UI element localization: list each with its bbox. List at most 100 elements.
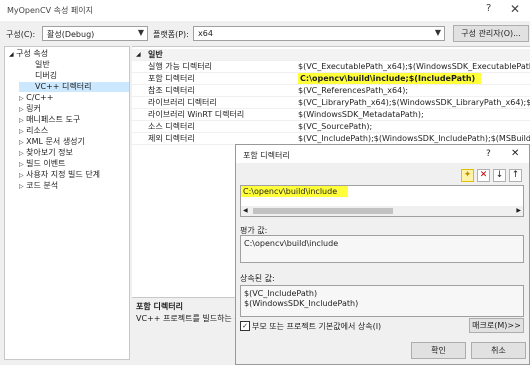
tree-item-label: C/C++ xyxy=(26,93,54,102)
tree-item-manifest-tool[interactable]: ▷ 매니페스트 도구 xyxy=(19,115,80,125)
config-manager-button[interactable]: 구성 관리자(O)... xyxy=(453,25,529,42)
inherit-checkbox[interactable]: ✓ xyxy=(240,321,250,331)
grid-row-name: 소스 디렉터리 xyxy=(148,122,195,131)
help-button[interactable]: ? xyxy=(486,3,491,14)
evaluated-item: C:\opencv\build\include xyxy=(244,239,339,248)
chevron-down-icon: ▼ xyxy=(137,28,144,37)
list-item[interactable]: C:\opencv\build\include xyxy=(241,186,348,197)
tree-item-resources[interactable]: ▷ 리소스 xyxy=(19,126,48,136)
arrow-down-icon[interactable]: ↓ xyxy=(493,169,506,182)
tree-item-general[interactable]: 일반 xyxy=(35,60,50,70)
grid-row-source-dirs[interactable]: 소스 디렉터리 $(VC_SourcePath); xyxy=(132,121,530,133)
grid-row-name: 참조 디렉터리 xyxy=(148,86,195,95)
new-line-icon[interactable]: ✦ xyxy=(461,169,474,182)
grid-section[interactable]: ◢ 일반 xyxy=(132,49,530,61)
grid-row-value: $(VC_ReferencesPath_x64); xyxy=(298,86,409,95)
include-dirs-dialog: 포함 디렉터리 ? ✕ ✦ ✕ ↓ ↑ C:\opencv\build\incl… xyxy=(235,144,530,365)
tree-item-label: 구성 속성 xyxy=(16,49,49,58)
tree-item-browse-info[interactable]: ▷ 찾아보기 정보 xyxy=(19,148,73,158)
expander-icon[interactable]: ▷ xyxy=(19,161,24,168)
tree-item-label: 빌드 이벤트 xyxy=(26,159,66,168)
config-value: 활성(Debug) xyxy=(47,30,95,39)
grid-section-label: 일반 xyxy=(148,50,163,59)
close-icon[interactable]: ✕ xyxy=(510,2,520,16)
property-tree: ◢ 구성 속성 일반 디버깅 VC++ 디렉터리 ▷ C/C++ ▷ 링커 ▷ … xyxy=(4,46,130,360)
horizontal-scrollbar[interactable]: ◀ ▶ xyxy=(241,206,523,216)
tree-item-label: 사용자 지정 빌드 단계 xyxy=(26,170,101,179)
grid-row-value: $(VC_SourcePath); xyxy=(298,122,373,131)
grid-row-name: 포함 디렉터리 xyxy=(148,74,195,83)
expander-icon[interactable]: ◢ xyxy=(9,51,14,58)
evaluated-box: C:\opencv\build\include xyxy=(240,235,524,263)
window-title: MyOpenCV 속성 페이지 xyxy=(7,6,93,15)
tree-item-linker[interactable]: ▷ 링커 xyxy=(19,104,41,114)
ok-button[interactable]: 확인 xyxy=(411,342,466,359)
dialog-help-button[interactable]: ? xyxy=(486,149,491,159)
tree-item-label: 일반 xyxy=(35,60,50,69)
expander-icon[interactable]: ▷ xyxy=(19,128,24,135)
expander-icon[interactable]: ▷ xyxy=(19,117,24,124)
config-label: 구성(C): xyxy=(6,30,36,39)
scrollbar-thumb[interactable] xyxy=(253,208,393,214)
title-bar: MyOpenCV 속성 페이지 ? ✕ xyxy=(0,0,530,21)
directory-list[interactable]: C:\opencv\build\include ◀ ▶ xyxy=(240,185,524,217)
tree-item-config-props[interactable]: ◢ 구성 속성 xyxy=(9,49,48,59)
grid-row-value: $(WindowsSDK_MetadataPath); xyxy=(298,110,424,119)
grid-row-ref-dirs[interactable]: 참조 디렉터리 $(VC_ReferencesPath_x64); xyxy=(132,85,530,97)
tree-item-label: 매니페스트 도구 xyxy=(26,115,81,124)
grid-row-include-dirs[interactable]: 포함 디렉터리 C:\opencv\build\include;$(Include… xyxy=(132,73,530,85)
dialog-title-bar: 포함 디렉터리 ? ✕ xyxy=(236,145,529,163)
expander-icon[interactable]: ▷ xyxy=(19,150,24,157)
grid-row-name: 라이브러리 WinRT 디렉터리 xyxy=(148,110,245,119)
tree-item-debugging[interactable]: 디버깅 xyxy=(35,71,57,81)
grid-row-value: $(VC_LibraryPath_x64);$(WindowsSDK_Libra… xyxy=(298,98,530,107)
tree-item-code-analysis[interactable]: ▷ 코드 분석 xyxy=(19,181,58,191)
close-icon[interactable]: ✕ xyxy=(511,148,519,159)
arrow-up-icon[interactable]: ↑ xyxy=(509,169,522,182)
description-panel: 포함 디렉터리 VC++ 프로젝트를 빌드하는 중 xyxy=(132,298,242,360)
macro-button[interactable]: 매크로(M)>> xyxy=(469,318,524,333)
dialog-title: 포함 디렉터리 xyxy=(243,151,290,160)
cancel-button[interactable]: 취소 xyxy=(471,342,526,359)
expander-icon[interactable]: ▷ xyxy=(19,183,24,190)
expander-icon[interactable]: ▷ xyxy=(19,106,24,113)
tree-item-label: XML 문서 생성기 xyxy=(26,137,85,146)
tree-item-label: VC++ 디렉터리 xyxy=(35,82,92,91)
config-combo[interactable]: 활성(Debug) ▼ xyxy=(42,26,148,41)
tree-item-build-events[interactable]: ▷ 빌드 이벤트 xyxy=(19,159,66,169)
grid-row-exec-dirs[interactable]: 실행 가능 디렉터리 $(VC_ExecutablePath_x64);$(Win… xyxy=(132,61,530,73)
description-text: VC++ 프로젝트를 빌드하는 중 xyxy=(136,314,242,323)
tree-item-vc-directories[interactable]: VC++ 디렉터리 xyxy=(19,82,129,92)
grid-row-winrt-dirs[interactable]: 라이브러리 WinRT 디렉터리 $(WindowsSDK_MetadataPat… xyxy=(132,109,530,121)
inherited-item: $(VC_IncludePath) xyxy=(244,289,318,298)
platform-value: x64 xyxy=(198,29,213,38)
tree-item-label: 리소스 xyxy=(26,126,49,135)
grid-row-name: 제외 디렉터리 xyxy=(148,134,195,143)
inherited-label: 상속된 값: xyxy=(240,274,275,283)
grid-row-lib-dirs[interactable]: 라이브러리 디렉터리 $(VC_LibraryPath_x64);$(Window… xyxy=(132,97,530,109)
tree-item-label: 찾아보기 정보 xyxy=(26,148,73,157)
tree-item-label: 코드 분석 xyxy=(26,181,59,190)
tree-item-label: 디버깅 xyxy=(35,71,58,80)
grid-row-name: 라이브러리 디렉터리 xyxy=(148,98,217,107)
inherited-item: $(WindowsSDK_IncludePath) xyxy=(244,299,359,308)
inherited-box: $(VC_IncludePath) $(WindowsSDK_IncludePa… xyxy=(240,285,524,317)
chevron-down-icon: ▼ xyxy=(434,28,441,37)
grid-row-name: 실행 가능 디렉터리 xyxy=(148,62,212,71)
expander-icon[interactable]: ▷ xyxy=(19,139,24,146)
scroll-left-icon[interactable]: ◀ xyxy=(243,207,248,214)
expander-icon[interactable]: ▷ xyxy=(19,95,24,102)
platform-label: 플랫폼(P): xyxy=(153,30,189,39)
grid-row-value: C:\opencv\build\include;$(IncludePath) xyxy=(298,73,482,84)
platform-combo[interactable]: x64 ▼ xyxy=(193,26,445,41)
tree-item-label: 링커 xyxy=(26,104,41,113)
grid-row-value: $(VC_ExecutablePath_x64);$(WindowsSDK_Ex… xyxy=(298,62,530,71)
collapse-icon[interactable]: ◢ xyxy=(136,49,141,60)
tree-item-cpp[interactable]: ▷ C/C++ xyxy=(19,93,53,103)
delete-icon[interactable]: ✕ xyxy=(477,169,490,182)
tree-item-custom-build[interactable]: ▷ 사용자 지정 빌드 단계 xyxy=(19,170,100,180)
expander-icon[interactable]: ▷ xyxy=(19,172,24,179)
inherit-checkbox-label: 부모 또는 프로젝트 기본값에서 상속(I) xyxy=(252,322,382,331)
scroll-right-icon[interactable]: ▶ xyxy=(516,207,521,214)
tree-item-xml-doc[interactable]: ▷ XML 문서 생성기 xyxy=(19,137,85,147)
